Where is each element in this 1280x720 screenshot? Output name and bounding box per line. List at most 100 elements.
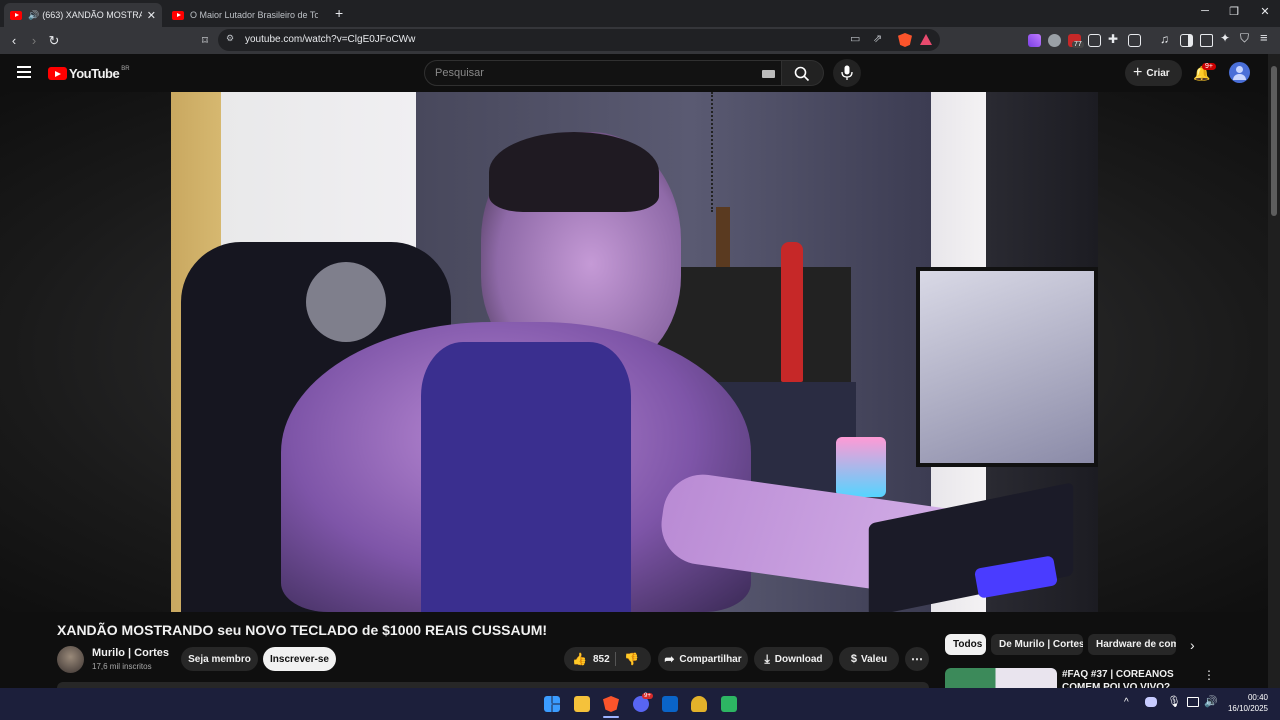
tray-microphone-icon[interactable]: 🎙 bbox=[1167, 695, 1181, 708]
tray-overflow-chevron-icon[interactable]: ^ bbox=[1124, 697, 1129, 708]
discord-badge: 9+ bbox=[642, 693, 653, 699]
app-lamp-icon[interactable] bbox=[691, 696, 707, 712]
wallet-icon[interactable] bbox=[1200, 34, 1213, 47]
extension-box-icon[interactable] bbox=[1088, 34, 1101, 47]
youtube-logo[interactable]: YouTube BR bbox=[48, 66, 130, 81]
video-title: XANDÃO MOSTRANDO seu NOVO TECLADO de $10… bbox=[57, 622, 548, 638]
scrollbar-thumb[interactable] bbox=[1271, 66, 1277, 216]
back-icon[interactable]: ‹ bbox=[5, 32, 23, 50]
forward-icon[interactable]: › bbox=[25, 32, 43, 50]
search-icon bbox=[794, 66, 810, 82]
minimize-icon[interactable]: ─ bbox=[1190, 5, 1220, 17]
youtube-play-logo-icon bbox=[48, 67, 67, 80]
superman-figure bbox=[781, 242, 803, 382]
brave-shields-icon[interactable] bbox=[898, 33, 912, 47]
channel-name[interactable]: Murilo | Cortes bbox=[92, 647, 169, 659]
related-video-thumbnail[interactable] bbox=[945, 668, 1057, 688]
share-label: Compartilhar bbox=[679, 653, 742, 665]
search-placeholder: Pesquisar bbox=[435, 67, 484, 79]
page-scrollbar[interactable] bbox=[1268, 54, 1280, 688]
subscriber-count: 17,6 mil inscritos bbox=[92, 662, 152, 671]
subscribe-button[interactable]: Inscrever-se bbox=[263, 647, 336, 671]
cross-decoration bbox=[716, 207, 730, 267]
leo-ai-icon[interactable]: ✦ bbox=[1220, 31, 1230, 45]
screenshot-icon[interactable] bbox=[1128, 34, 1141, 47]
bookmark-icon[interactable]: ⌑ bbox=[196, 32, 214, 50]
outlook-icon[interactable] bbox=[662, 696, 678, 712]
clock-time: 00:40 bbox=[1247, 693, 1268, 702]
like-icon[interactable]: 👍 bbox=[572, 652, 587, 666]
chips-next-chevron-icon[interactable]: › bbox=[1190, 637, 1195, 653]
tray-clock[interactable]: 00:40 16/10/2025 bbox=[1222, 692, 1268, 714]
tab-title: (663) XANDÃO MOSTRANDO seu NOVO TECLADO … bbox=[42, 10, 143, 20]
notifications-badge: 9+ bbox=[1202, 63, 1216, 70]
related-video-title[interactable]: #FAQ #37 | COREANOS COMEM POLVO VIVO? bbox=[1062, 668, 1198, 688]
more-actions-icon[interactable]: ⋯ bbox=[905, 647, 929, 671]
clock-date: 16/10/2025 bbox=[1227, 704, 1268, 713]
video-player[interactable] bbox=[0, 92, 1268, 612]
thanks-button[interactable]: $ Valeu bbox=[839, 647, 899, 671]
extensions-puzzle-icon[interactable]: ✚ bbox=[1108, 32, 1118, 46]
youtube-logo-text: YouTube bbox=[69, 66, 120, 81]
sidebar-toggle-icon[interactable] bbox=[1180, 34, 1193, 47]
youtube-masthead: YouTube BR Pesquisar + Criar 🔔 9+ bbox=[0, 54, 1280, 92]
rosary-decoration bbox=[711, 92, 731, 212]
plus-icon: + bbox=[1133, 64, 1143, 81]
menu-icon[interactable]: ≡ bbox=[1260, 30, 1268, 45]
rgb-clock bbox=[836, 437, 886, 497]
create-button[interactable]: + Criar bbox=[1125, 60, 1182, 86]
reload-icon[interactable]: ↻ bbox=[45, 32, 63, 50]
tray-volume-icon[interactable]: 🔊 bbox=[1204, 695, 1218, 708]
browser-tab-strip: 🔊 (663) XANDÃO MOSTRANDO seu NOVO TECLAD… bbox=[0, 0, 1280, 27]
dislike-icon[interactable]: 👎 bbox=[624, 652, 639, 666]
region-code: BR bbox=[121, 65, 130, 72]
new-tab-plus-icon[interactable]: + bbox=[335, 5, 343, 21]
browser-tab-active[interactable]: 🔊 (663) XANDÃO MOSTRANDO seu NOVO TECLAD… bbox=[4, 3, 162, 27]
channel-avatar[interactable] bbox=[57, 646, 84, 673]
tab-close-icon[interactable]: ✕ bbox=[147, 9, 156, 22]
restore-icon[interactable]: ❐ bbox=[1219, 5, 1249, 18]
cast-icon[interactable]: ▭ bbox=[850, 32, 860, 45]
chip-hardware[interactable]: Hardware de comp bbox=[1088, 634, 1176, 655]
media-controls-icon[interactable]: ♫ bbox=[1160, 32, 1169, 46]
brave-rewards-icon[interactable] bbox=[920, 34, 932, 45]
chip-all[interactable]: Todos bbox=[945, 634, 986, 655]
download-button[interactable]: ⤓ Download bbox=[754, 647, 833, 671]
window-close-icon[interactable]: ✕ bbox=[1250, 5, 1280, 18]
tray-discord-icon[interactable] bbox=[1145, 697, 1157, 707]
voice-search-button[interactable] bbox=[833, 59, 861, 87]
like-dislike-group: 👍 852 👎 bbox=[564, 647, 651, 671]
tray-network-icon[interactable] bbox=[1187, 697, 1199, 707]
share-icon: ➦ bbox=[664, 652, 675, 666]
divider bbox=[615, 652, 616, 666]
extension-badge-count: 77 bbox=[1072, 41, 1084, 48]
share-button[interactable]: ➦ Compartilhar bbox=[658, 647, 748, 671]
app-green-icon[interactable] bbox=[721, 696, 737, 712]
extension-pen-icon[interactable] bbox=[1028, 34, 1041, 47]
brave-browser-icon[interactable] bbox=[603, 696, 619, 712]
browser-tab[interactable]: O Maior Lutador Brasileiro de Todos os T… bbox=[166, 3, 324, 27]
site-info-icon[interactable]: ⚙ bbox=[226, 33, 234, 44]
like-count[interactable]: 852 bbox=[593, 654, 610, 665]
video-frame[interactable] bbox=[171, 92, 1098, 612]
chip-channel[interactable]: De Murilo | Cortes bbox=[991, 634, 1083, 655]
thanks-label: Valeu bbox=[860, 653, 888, 665]
download-icon: ⤓ bbox=[764, 651, 770, 666]
vpn-shield-icon[interactable]: ⛉ bbox=[1240, 31, 1249, 46]
url-text: youtube.com/watch?v=ClgE0JFoCWw bbox=[245, 34, 416, 45]
file-explorer-icon[interactable] bbox=[574, 696, 590, 712]
keyboard-icon[interactable] bbox=[762, 70, 775, 78]
address-bar[interactable]: ⚙ youtube.com/watch?v=ClgE0JFoCWw ▭ ⇗ bbox=[218, 29, 940, 51]
microphone-icon bbox=[841, 65, 853, 80]
join-button[interactable]: Seja membro bbox=[181, 647, 258, 671]
search-input[interactable]: Pesquisar bbox=[424, 60, 782, 86]
account-avatar[interactable] bbox=[1229, 62, 1250, 83]
share-page-icon[interactable]: ⇗ bbox=[873, 32, 882, 45]
tab-title: O Maior Lutador Brasileiro de Todos os T… bbox=[190, 10, 318, 20]
related-video-menu-icon[interactable]: ⋮ bbox=[1203, 668, 1215, 682]
super-thanks-icon: $ bbox=[850, 653, 857, 665]
search-button[interactable] bbox=[782, 60, 824, 86]
create-label: Criar bbox=[1146, 67, 1170, 79]
guide-menu-icon[interactable] bbox=[17, 66, 31, 78]
extension-circle-icon[interactable] bbox=[1048, 34, 1061, 47]
